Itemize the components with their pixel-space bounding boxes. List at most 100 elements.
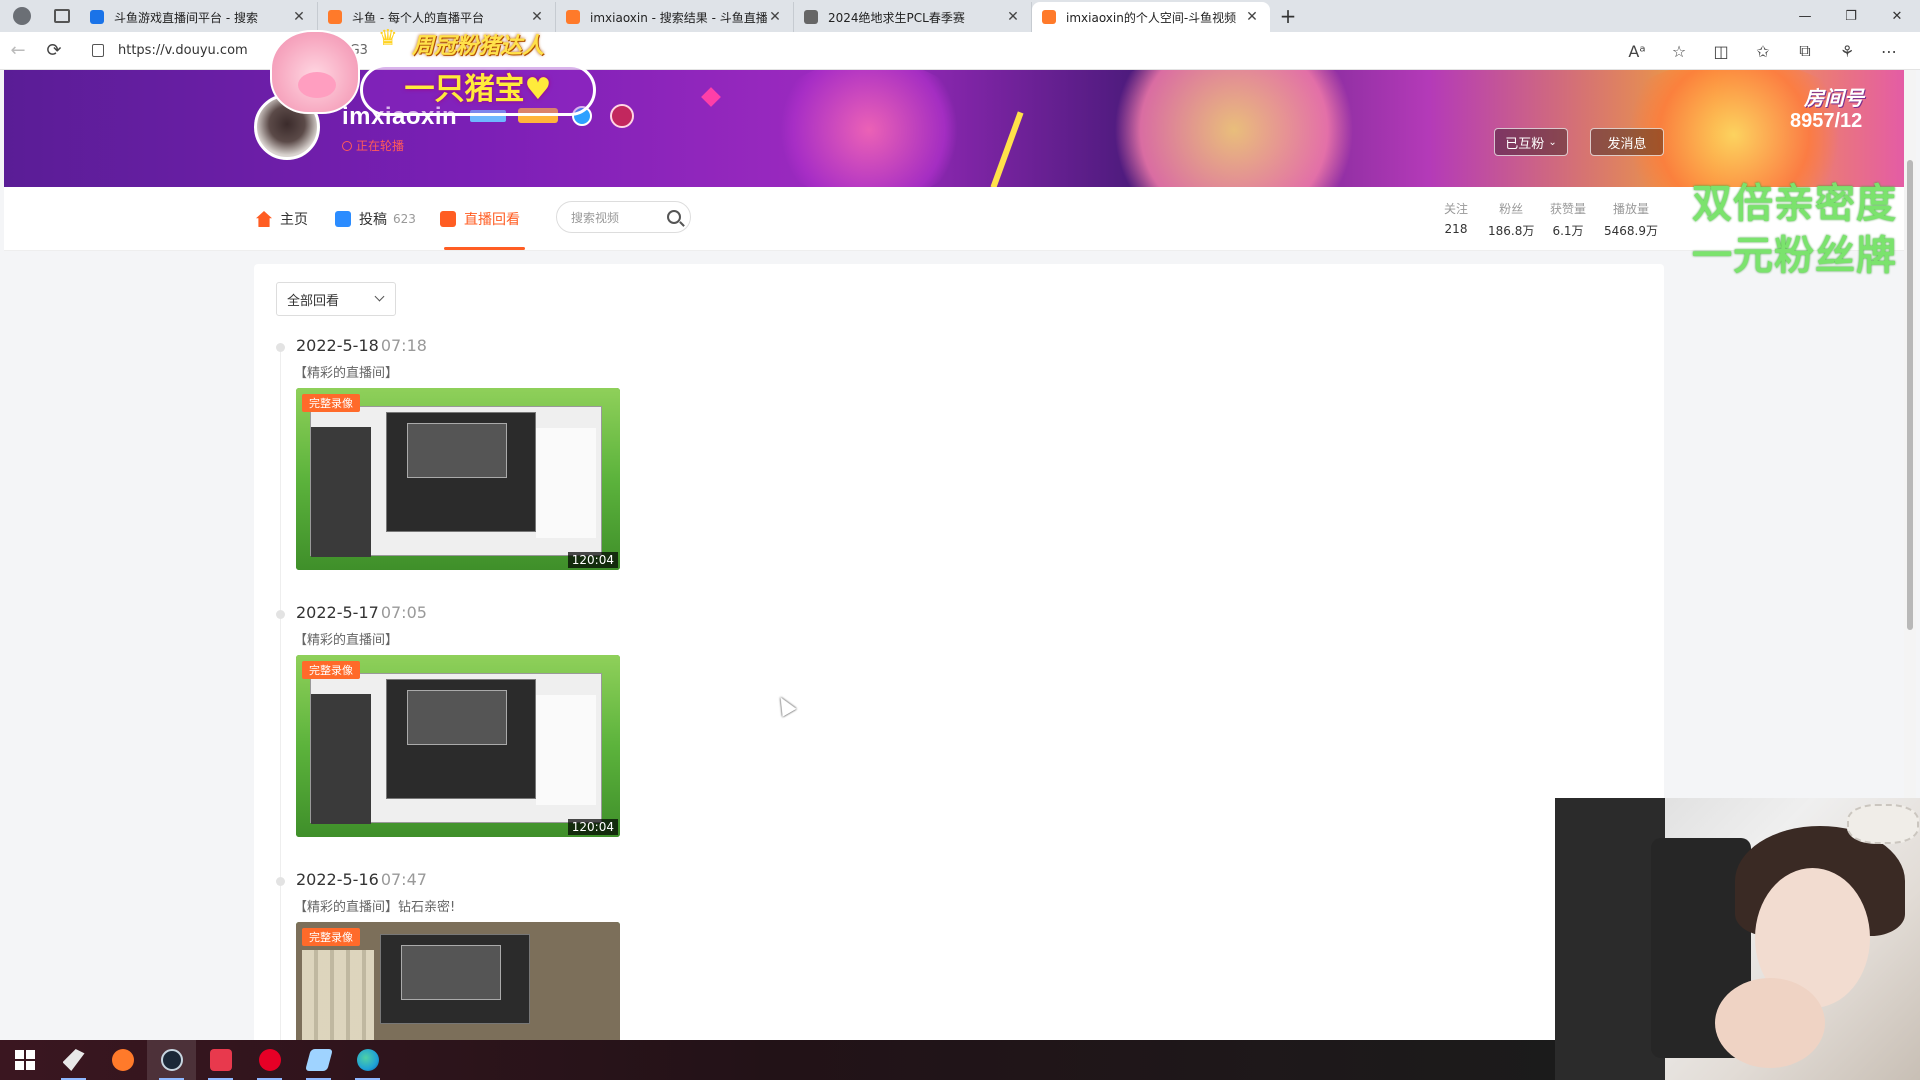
pig-sticker-icon	[270, 30, 360, 114]
site-info-icon[interactable]	[92, 44, 104, 57]
close-tab-icon[interactable]: ✕	[767, 9, 783, 25]
back-button[interactable]: ←	[0, 32, 36, 70]
video-thumbnail[interactable]: 完整录像 120:04	[296, 388, 620, 570]
search-icon[interactable]	[667, 210, 681, 224]
follow-status-button[interactable]: 已互粉 ⌄	[1494, 128, 1568, 156]
restore-button[interactable]: ❐	[1828, 0, 1874, 32]
room-label: 房间号	[1804, 86, 1864, 110]
replay-filter-select[interactable]: 全部回看	[276, 282, 396, 316]
active-tab-indicator	[444, 247, 525, 250]
sticker-title: 一只猪宝♥	[360, 64, 596, 116]
extension-icon[interactable]: ⚘	[1826, 42, 1868, 61]
douyu-favicon-icon	[566, 10, 580, 24]
stat-value: 186.8万	[1488, 224, 1535, 238]
taskbar-app-4[interactable]	[196, 1040, 245, 1080]
upload-icon	[335, 211, 351, 227]
taskbar-edge[interactable]	[343, 1040, 392, 1080]
crown-icon: ♛	[378, 26, 398, 51]
new-tab-button[interactable]: +	[1270, 0, 1306, 32]
webcam-overlay	[1555, 798, 1920, 1080]
video-duration: 120:04	[567, 552, 618, 568]
stat-value: 6.1万	[1552, 224, 1584, 238]
minimize-button[interactable]: —	[1782, 0, 1828, 32]
banner-decoration	[764, 70, 974, 187]
chevron-down-icon	[374, 291, 385, 302]
close-tab-icon[interactable]: ✕	[291, 9, 307, 25]
full-recording-badge: 完整录像	[302, 394, 360, 412]
follow-status-label: 已互粉	[1505, 136, 1545, 152]
replay-title[interactable]: 【精彩的直播间】钻石亲密!	[294, 896, 455, 915]
taskbar-app-6[interactable]	[294, 1040, 343, 1080]
browser-tab-1[interactable]: 斗鱼游戏直播间平台 - 搜索 ✕	[80, 2, 318, 32]
tab-title: 斗鱼游戏直播间平台 - 搜索	[114, 10, 258, 25]
tab-title: imxiaoxin - 搜索结果 - 斗鱼直播	[590, 10, 767, 25]
medal-icon	[610, 104, 634, 128]
stat-following[interactable]: 关注 218	[1444, 200, 1468, 236]
close-tab-icon[interactable]: ✕	[1005, 9, 1021, 25]
full-recording-badge: 完整录像	[302, 928, 360, 946]
sticker-caption: 周冠粉猪达人	[412, 34, 545, 59]
app-icon	[111, 1049, 134, 1071]
browser-tab-4[interactable]: 2024绝地求生PCL春季赛 ✕	[794, 2, 1032, 32]
close-window-button[interactable]: ✕	[1874, 0, 1920, 32]
room-number: 8957/12	[1790, 110, 1863, 132]
time-text: 07:18	[380, 336, 427, 355]
taskbar-app-2[interactable]	[98, 1040, 147, 1080]
split-screen-icon[interactable]: ◫	[1700, 42, 1742, 61]
toolbar-icons: Aᵃ ☆ ◫ ✩ ⧉ ⚘ ⋯	[1616, 32, 1910, 70]
timeline-dot	[276, 610, 285, 619]
speaker-icon[interactable]	[804, 10, 818, 24]
live-status[interactable]: 正在轮播	[342, 137, 404, 154]
tab-home[interactable]: 主页	[256, 207, 308, 231]
collections-icon[interactable]: ⧉	[1784, 41, 1826, 61]
start-button[interactable]	[0, 1040, 49, 1080]
stat-label: 关注	[1444, 202, 1469, 216]
stat-label: 播放量	[1612, 202, 1649, 216]
browser-tab-strip: 斗鱼游戏直播间平台 - 搜索 ✕ 斗鱼 - 每个人的直播平台 ✕ imxiaox…	[0, 0, 1920, 32]
stat-label: 粉丝	[1499, 202, 1524, 216]
browser-tab-3[interactable]: imxiaoxin - 搜索结果 - 斗鱼直播 ✕	[556, 2, 794, 32]
stat-plays: 播放量 5468.9万	[1604, 200, 1658, 239]
banner-character-art	[1084, 70, 1384, 187]
app-icon	[209, 1049, 232, 1071]
time-text: 07:05	[380, 603, 427, 622]
browser-tab-5[interactable]: imxiaoxin的个人空间-斗鱼视频 ✕	[1032, 2, 1270, 32]
close-tab-icon[interactable]: ✕	[529, 9, 545, 25]
timeline-dot	[276, 343, 285, 352]
filter-label: 全部回看	[287, 293, 340, 309]
replay-title[interactable]: 【精彩的直播间】	[294, 629, 398, 648]
search-favicon-icon	[90, 10, 104, 24]
send-message-button[interactable]: 发消息	[1590, 128, 1664, 156]
reload-button[interactable]: ⟳	[36, 32, 72, 70]
video-duration: 120:04	[567, 819, 618, 835]
taskbar-app-1[interactable]	[49, 1040, 98, 1080]
douyu-favicon-icon	[328, 10, 342, 24]
close-tab-icon[interactable]: ✕	[1244, 9, 1260, 25]
video-search-input[interactable]: 搜索视频	[556, 201, 691, 233]
video-thumbnail[interactable]: 完整录像 120:04	[296, 655, 620, 837]
favorite-star-icon[interactable]: ☆	[1658, 42, 1700, 61]
promo-line: 双倍亲密度	[1692, 181, 1897, 227]
hair-bow-icon	[1847, 804, 1919, 844]
replay-title[interactable]: 【精彩的直播间】	[294, 362, 398, 381]
timeline-dot	[276, 877, 285, 886]
app-icon	[62, 1049, 85, 1071]
stat-fans[interactable]: 粉丝 186.8万	[1488, 200, 1534, 239]
profile-icon[interactable]	[0, 0, 44, 32]
scrollbar-thumb[interactable]	[1907, 160, 1913, 630]
tab-uploads[interactable]: 投稿 623	[335, 207, 416, 231]
live-ring-icon	[342, 141, 352, 151]
taskbar-steam[interactable]	[147, 1040, 196, 1080]
tab-live-replay[interactable]: 直播回看	[440, 207, 520, 231]
tab-actions-icon[interactable]	[44, 0, 80, 32]
windows-logo-icon	[14, 1050, 35, 1070]
more-menu-icon[interactable]: ⋯	[1868, 42, 1910, 61]
taskbar-netease-music[interactable]	[245, 1040, 294, 1080]
favorites-icon[interactable]: ✩	[1742, 42, 1784, 61]
read-aloud-icon[interactable]: Aᵃ	[1616, 42, 1658, 61]
replay-date: 2022-5-16 07:47	[296, 870, 427, 889]
tab-label: 投稿	[359, 212, 387, 228]
tab-label: 主页	[280, 212, 308, 228]
tab-title: 斗鱼 - 每个人的直播平台	[352, 10, 484, 25]
date-text: 2022-5-18	[296, 336, 379, 355]
